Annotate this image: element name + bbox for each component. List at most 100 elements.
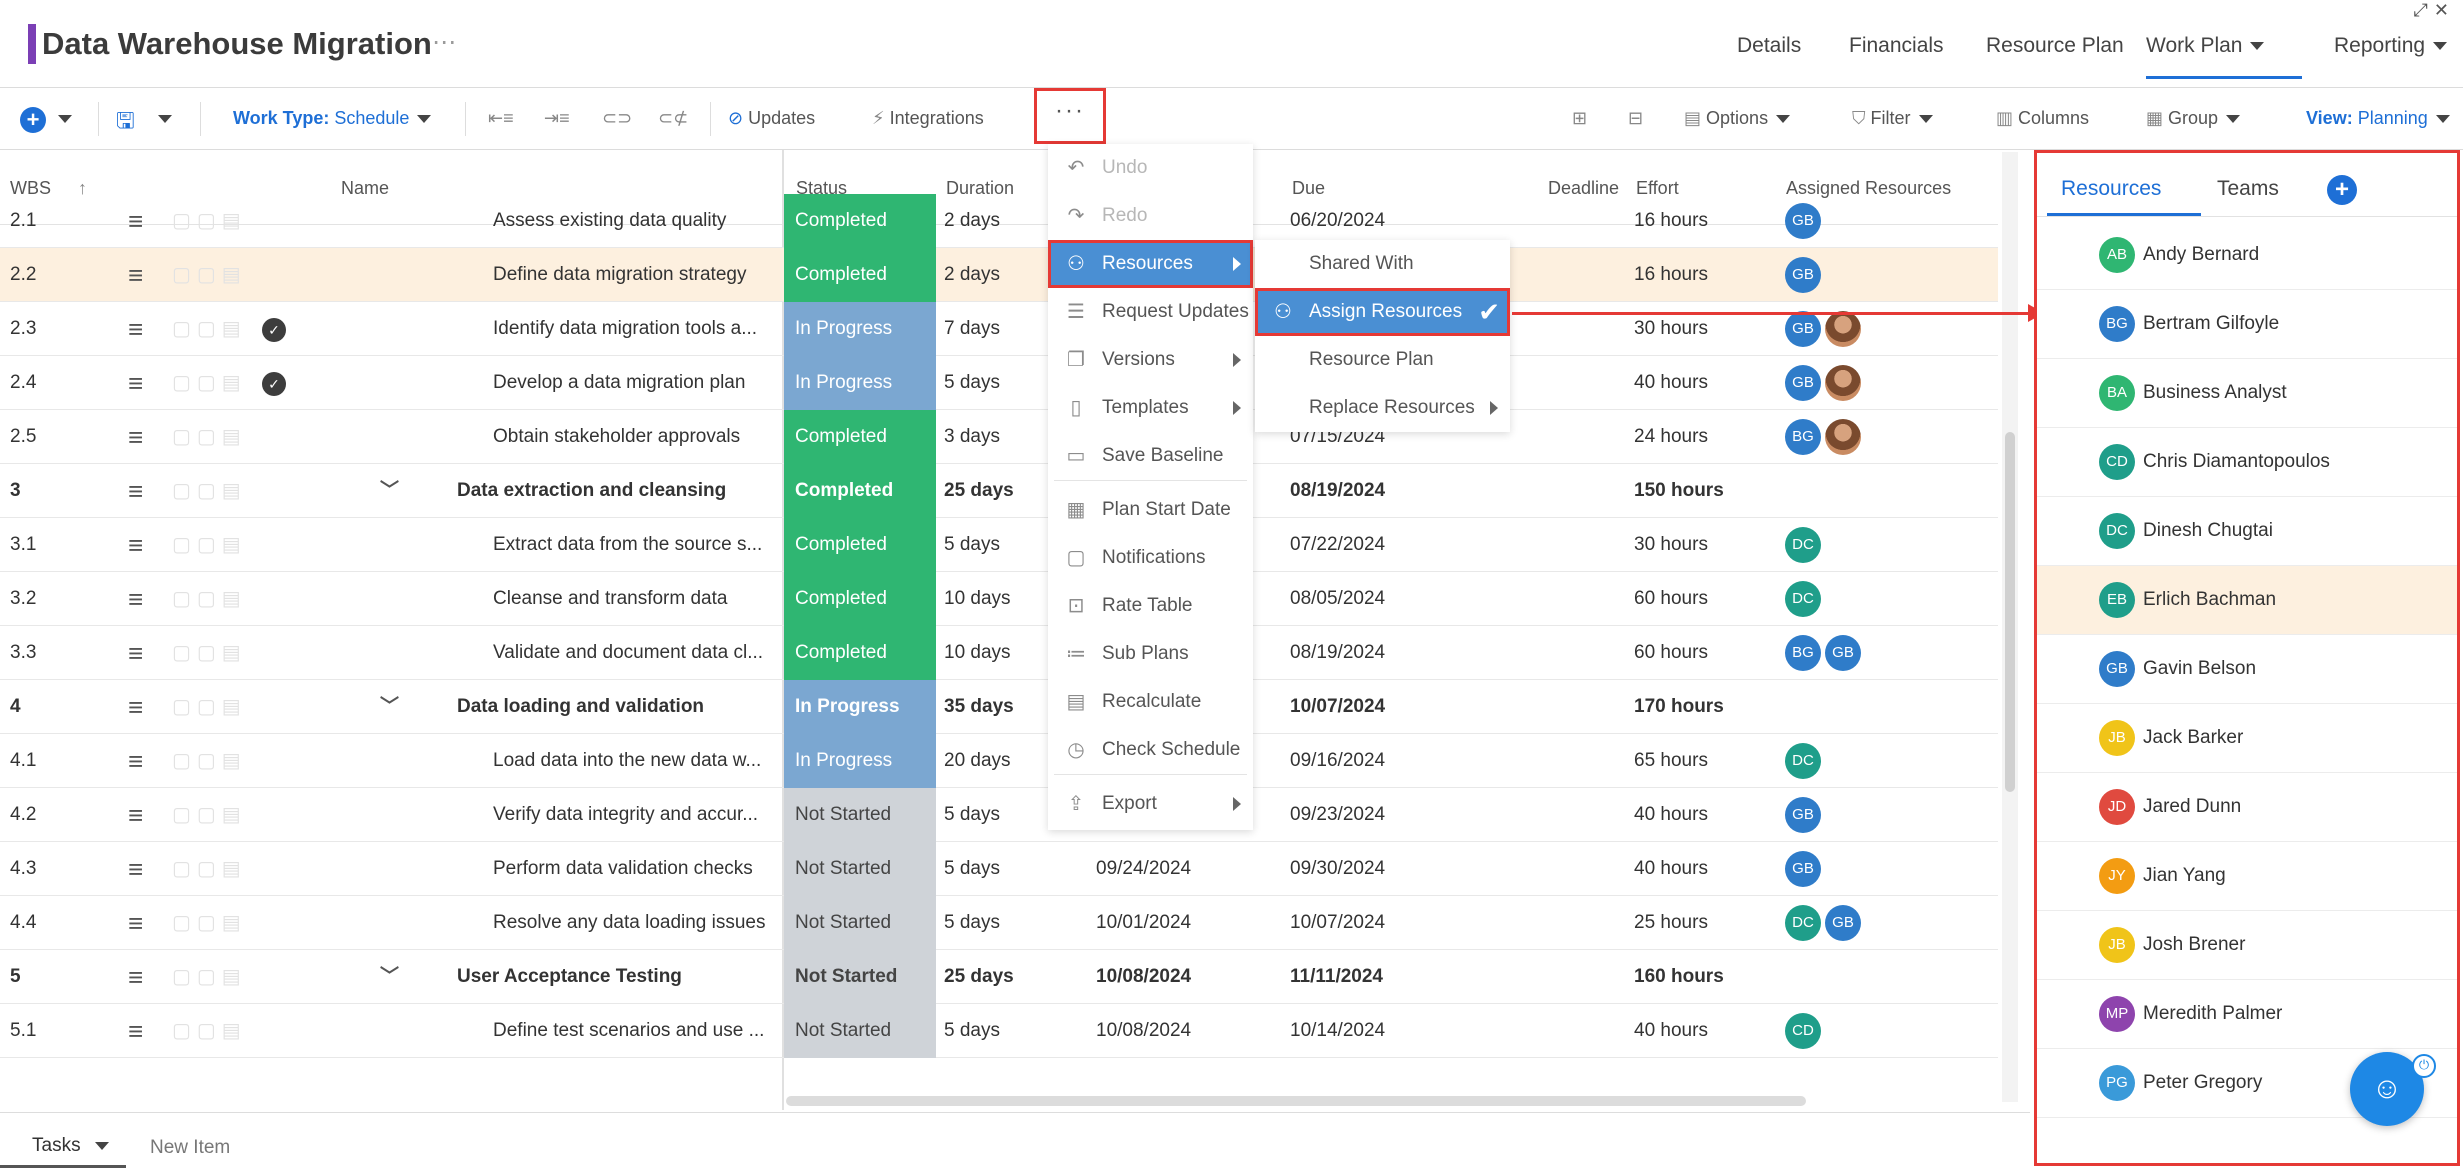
avatar-photo[interactable]: [1825, 310, 1861, 347]
row-menu-icon[interactable]: ≡: [128, 626, 154, 680]
view-selector[interactable]: View: Planning: [2306, 108, 2450, 129]
task-row[interactable]: 3.2 ≡ ▢▢▤ Cleanse and transform data Complet…: [0, 572, 1998, 626]
avatar[interactable]: GB: [1785, 310, 1821, 347]
effort-cell[interactable]: 160 hours: [1634, 950, 1764, 1004]
row-menu-icon[interactable]: ≡: [128, 572, 154, 626]
duration-cell[interactable]: 5 days: [944, 788, 1044, 842]
row-action-icons[interactable]: ▢▢▤: [172, 194, 262, 248]
avatar[interactable]: DC: [1785, 580, 1821, 617]
vertical-scrollbar[interactable]: [2002, 152, 2018, 1102]
panel-tab-resources[interactable]: Resources: [2061, 177, 2161, 201]
due-cell[interactable]: 08/19/2024: [1290, 626, 1420, 680]
power-icon[interactable]: ⏻: [2412, 1054, 2436, 1078]
task-name-cell[interactable]: Data extraction and cleansing: [457, 464, 777, 518]
menu-item-export[interactable]: ⇪ Export: [1048, 780, 1253, 828]
task-name-cell[interactable]: Assess existing data quality: [493, 194, 773, 248]
submenu-item-resource-plan[interactable]: Resource Plan: [1255, 336, 1510, 384]
row-action-icons[interactable]: ▢▢▤: [172, 464, 262, 518]
avatar[interactable]: GB: [1825, 634, 1861, 671]
due-cell[interactable]: 09/16/2024: [1290, 734, 1420, 788]
start-cell[interactable]: 10/08/2024: [1096, 950, 1216, 1004]
start-cell[interactable]: 09/24/2024: [1096, 842, 1216, 896]
assigned-resources-cell[interactable]: DC GB: [1785, 896, 1985, 950]
duration-cell[interactable]: 5 days: [944, 896, 1044, 950]
task-row[interactable]: 4.4 ≡ ▢▢▤ Resolve any data loading issues No…: [0, 896, 1998, 950]
row-menu-icon[interactable]: ≡: [128, 950, 154, 1004]
due-cell[interactable]: 08/19/2024: [1290, 464, 1420, 518]
assigned-resources-cell[interactable]: [1785, 464, 1985, 518]
avatar[interactable]: DC: [1785, 526, 1821, 563]
collapse-chevron-icon[interactable]: ﹀: [380, 950, 410, 1004]
collapse-chevron-icon[interactable]: ﹀: [380, 680, 410, 734]
horizontal-scrollbar[interactable]: [786, 1096, 1806, 1106]
duration-cell[interactable]: 25 days: [944, 950, 1044, 1004]
columns-button[interactable]: ▥ Columns: [1996, 108, 2089, 129]
assigned-resources-cell[interactable]: DC: [1785, 572, 1985, 626]
integrations-button[interactable]: ⚡ Integrations: [872, 108, 984, 129]
task-name-cell[interactable]: Data loading and validation: [457, 680, 777, 734]
menu-item-save-baseline[interactable]: ▭ Save Baseline: [1048, 432, 1253, 480]
row-menu-icon[interactable]: ≡: [128, 410, 154, 464]
effort-cell[interactable]: 40 hours: [1634, 842, 1764, 896]
row-action-icons[interactable]: ▢▢▤: [172, 518, 262, 572]
task-row[interactable]: 4.1 ≡ ▢▢▤ Load data into the new data w... I…: [0, 734, 1998, 788]
assigned-resources-cell[interactable]: GB: [1785, 302, 1985, 356]
row-menu-icon[interactable]: ≡: [128, 302, 154, 356]
tab-work-plan[interactable]: Work Plan: [2146, 34, 2303, 79]
status-cell[interactable]: In Progress: [784, 356, 936, 410]
duration-cell[interactable]: 2 days: [944, 194, 1044, 248]
updates-button[interactable]: ⊘ Updates: [728, 108, 815, 129]
row-action-icons[interactable]: ▢▢▤: [172, 356, 262, 410]
row-menu-icon[interactable]: ≡: [128, 842, 154, 896]
menu-item-plan-start-date[interactable]: ▦ Plan Start Date: [1048, 486, 1253, 534]
resource-list-item[interactable]: CD Chris Diamantopoulos: [2037, 428, 2457, 497]
status-cell[interactable]: Not Started: [784, 842, 936, 896]
options-button[interactable]: ▤ Options: [1684, 108, 1791, 129]
link-icon[interactable]: ⊂⊃: [602, 108, 632, 129]
add-icon[interactable]: +: [20, 107, 46, 133]
row-action-icons[interactable]: ▢▢▤: [172, 842, 262, 896]
resource-list-item[interactable]: AB Andy Bernard: [2037, 221, 2457, 290]
row-action-icons[interactable]: ▢▢▤: [172, 734, 262, 788]
close-icon[interactable]: ✕: [2434, 0, 2455, 20]
task-name-cell[interactable]: Perform data validation checks: [493, 842, 773, 896]
effort-cell[interactable]: 40 hours: [1634, 1004, 1764, 1058]
status-cell[interactable]: Not Started: [784, 896, 936, 950]
assigned-resources-cell[interactable]: GB: [1785, 248, 1985, 302]
row-action-icons[interactable]: ▢▢▤: [172, 788, 262, 842]
resource-list-item[interactable]: JB Jack Barker: [2037, 704, 2457, 773]
collapse-chevron-icon[interactable]: ﹀: [380, 464, 410, 518]
resource-list-item[interactable]: BA Business Analyst: [2037, 359, 2457, 428]
assigned-resources-cell[interactable]: GB: [1785, 788, 1985, 842]
duration-cell[interactable]: 5 days: [944, 356, 1044, 410]
status-cell[interactable]: Completed: [784, 248, 936, 302]
effort-cell[interactable]: 150 hours: [1634, 464, 1764, 518]
assigned-resources-cell[interactable]: CD: [1785, 1004, 1985, 1058]
duration-cell[interactable]: 3 days: [944, 410, 1044, 464]
expand-all-icon[interactable]: ⊞: [1572, 108, 1587, 129]
avatar[interactable]: CD: [1785, 1012, 1821, 1049]
row-action-icons[interactable]: ▢▢▤: [172, 410, 262, 464]
tab-details[interactable]: Details: [1737, 34, 1801, 58]
status-cell[interactable]: Completed: [784, 518, 936, 572]
more-actions-button[interactable]: ···: [1034, 88, 1106, 144]
task-name-cell[interactable]: Define data migration strategy: [493, 248, 773, 302]
menu-item-notifications[interactable]: ▢ Notifications: [1048, 534, 1253, 582]
row-action-icons[interactable]: ▢▢▤: [172, 626, 262, 680]
due-cell[interactable]: 09/23/2024: [1290, 788, 1420, 842]
task-name-cell[interactable]: Develop a data migration plan: [493, 356, 773, 410]
row-menu-icon[interactable]: ≡: [128, 356, 154, 410]
submenu-item-shared-with[interactable]: Shared With: [1255, 240, 1510, 288]
avatar[interactable]: BG: [1785, 418, 1821, 455]
tab-financials[interactable]: Financials: [1849, 34, 1944, 58]
avatar[interactable]: GB: [1785, 796, 1821, 833]
row-menu-icon[interactable]: ≡: [128, 248, 154, 302]
duration-cell[interactable]: 5 days: [944, 1004, 1044, 1058]
duration-cell[interactable]: 10 days: [944, 626, 1044, 680]
resource-list-item[interactable]: GB Gavin Belson: [2037, 635, 2457, 704]
menu-item-request-updates[interactable]: ☰ Request Updates: [1048, 288, 1253, 336]
group-button[interactable]: ▦ Group: [2146, 108, 2241, 129]
assigned-resources-cell[interactable]: [1785, 680, 1985, 734]
effort-cell[interactable]: 170 hours: [1634, 680, 1764, 734]
avatar[interactable]: DC: [1785, 742, 1821, 779]
